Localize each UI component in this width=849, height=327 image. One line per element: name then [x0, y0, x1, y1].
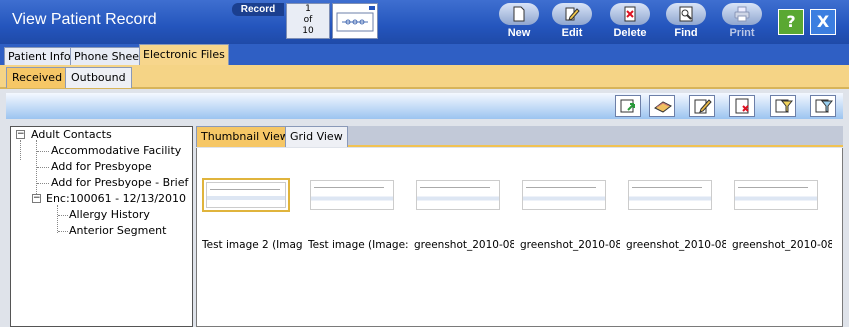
record-current: 1 — [305, 4, 311, 14]
tree-guide-line — [37, 151, 49, 152]
record-of: of — [303, 15, 313, 25]
edit-button[interactable]: Edit — [550, 3, 594, 41]
clear-filter-icon[interactable] — [810, 95, 836, 117]
new-button[interactable]: New — [497, 3, 541, 41]
tree-guide-line — [20, 140, 21, 160]
tree-root-adult-contacts[interactable]: Adult Contacts — [31, 128, 112, 141]
sub-tab-strip: Received Outbound — [0, 65, 849, 89]
file-toolbar — [6, 93, 843, 119]
import-icon[interactable] — [615, 95, 641, 117]
close-button[interactable]: X — [810, 9, 836, 35]
tree-item-add-for-presbyope[interactable]: Add for Presbyope — [51, 160, 152, 173]
thumbnail-panel: Test image 2 (Image Test image (Image: A… — [196, 148, 843, 327]
delete-button[interactable]: Delete — [608, 3, 652, 41]
thumbnail-caption[interactable]: greenshot_2010-08- — [520, 239, 620, 251]
new-document-icon — [513, 6, 525, 22]
thumbnail-caption[interactable]: greenshot_2010-08- — [732, 239, 832, 251]
collapse-root-icon[interactable]: − — [16, 130, 25, 139]
thumbnail-caption[interactable]: Test image 2 (Image — [202, 239, 302, 251]
tree-guide-line — [58, 215, 68, 216]
scan-icon[interactable] — [649, 95, 675, 117]
tree-item-accommodative-facility[interactable]: Accommodative Facility — [51, 144, 181, 157]
corner-marker — [369, 6, 375, 10]
page-title: View Patient Record — [12, 11, 157, 28]
thumbnail-image[interactable] — [202, 178, 290, 212]
thumbnail-image[interactable] — [626, 178, 714, 212]
thumbnail-image[interactable] — [414, 178, 502, 212]
find-button[interactable]: Find — [664, 3, 708, 41]
tab-thumbnail-view[interactable]: Thumbnail View — [196, 126, 294, 147]
thumbnail-caption[interactable]: greenshot_2010-08- — [626, 239, 726, 251]
thumbnail-image[interactable] — [520, 178, 608, 212]
record-preview[interactable] — [332, 3, 378, 39]
tab-patient-info[interactable]: Patient Info — [4, 47, 75, 65]
thumbnail-image[interactable] — [732, 178, 820, 212]
tree-guide-line — [57, 205, 58, 233]
find-magnifier-icon — [679, 6, 693, 22]
help-button[interactable]: ? — [778, 9, 804, 35]
main-tab-strip: Patient Info Phone Sheet Electronic File… — [0, 44, 849, 65]
tab-received[interactable]: Received — [6, 67, 69, 88]
printer-icon — [734, 6, 750, 22]
record-flow-icon — [336, 12, 374, 32]
thumbnail-caption[interactable]: Test image (Image: A — [308, 239, 408, 251]
thumbnail-image[interactable] — [308, 178, 396, 212]
tree-item-encounter[interactable]: Enc:100061 - 12/13/2010 — [46, 192, 186, 205]
collapse-encounter-icon[interactable]: − — [32, 194, 41, 203]
contacts-tree: − Adult Contacts Accommodative Facility … — [10, 126, 193, 327]
tree-guide-line — [58, 231, 68, 232]
thumbnail-caption[interactable]: greenshot_2010-08- — [414, 239, 514, 251]
record-total: 10 — [302, 26, 314, 36]
tab-electronic-files[interactable]: Electronic Files — [139, 44, 229, 65]
delete-document-icon — [624, 6, 636, 22]
record-navigator[interactable]: 1 of 10 — [286, 3, 330, 39]
tab-phone-sheet[interactable]: Phone Sheet — [70, 47, 148, 65]
header-bar: View Patient Record Record 1 of 10 New E… — [0, 0, 849, 44]
tab-grid-view[interactable]: Grid View — [285, 126, 348, 147]
tree-item-anterior-segment[interactable]: Anterior Segment — [69, 224, 166, 237]
tab-outbound[interactable]: Outbound — [65, 67, 132, 88]
tree-item-add-for-presbyope-brief[interactable]: Add for Presbyope - Brief — [51, 176, 188, 189]
edit-pencil-icon — [565, 7, 580, 21]
view-tab-strip: Thumbnail View Grid View — [196, 126, 843, 147]
edit-file-icon[interactable] — [689, 95, 715, 117]
print-button[interactable]: Print — [720, 3, 764, 41]
tree-guide-line — [37, 183, 49, 184]
tree-item-allergy-history[interactable]: Allergy History — [69, 208, 150, 221]
record-label: Record — [232, 3, 284, 16]
tree-guide-line — [37, 167, 49, 168]
filter-icon[interactable] — [770, 95, 796, 117]
delete-file-icon[interactable] — [729, 95, 755, 117]
